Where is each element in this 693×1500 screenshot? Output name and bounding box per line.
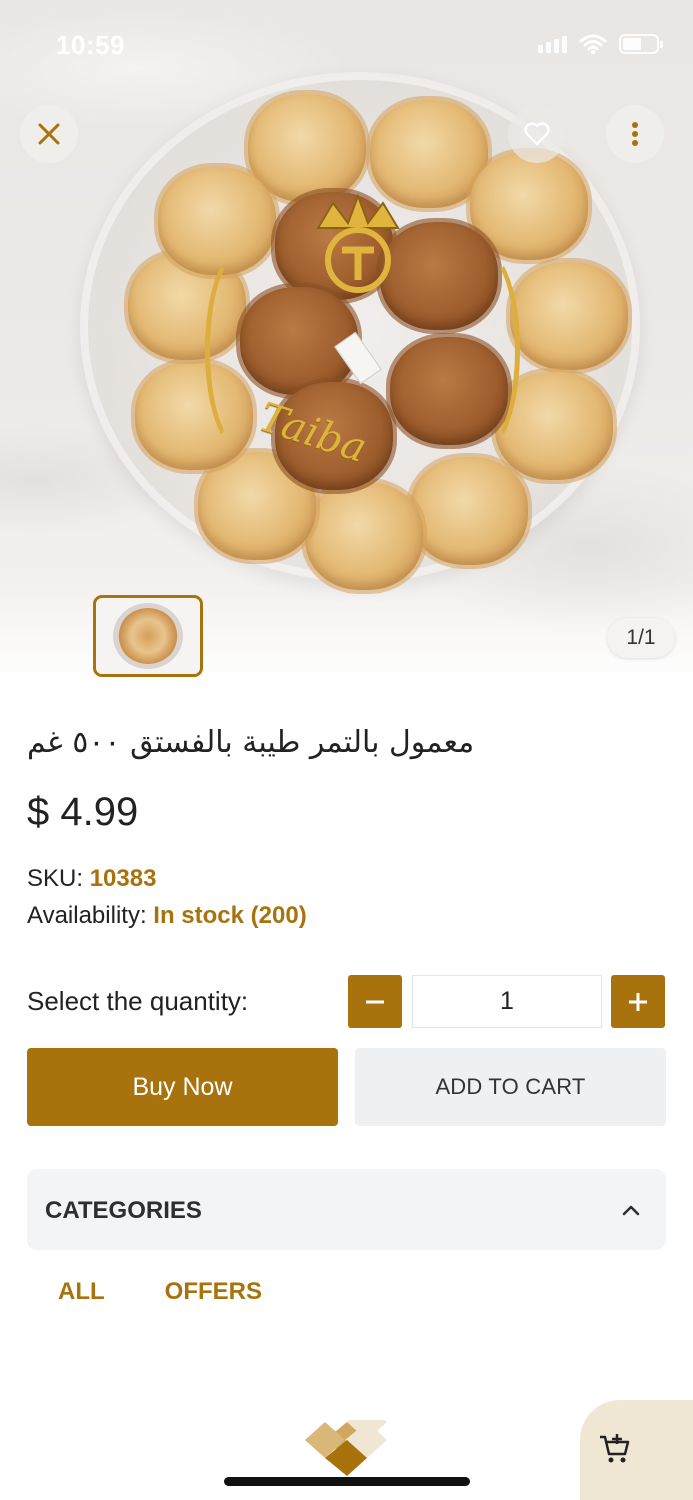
favorite-button[interactable] (508, 105, 566, 163)
add-to-cart-button[interactable]: ADD TO CART (355, 1048, 666, 1126)
more-vertical-icon (632, 122, 638, 146)
image-page-indicator: 1/1 (607, 618, 675, 658)
cookie (305, 482, 423, 590)
close-icon (38, 123, 60, 145)
sku-row: SKU: 10383 (27, 865, 156, 893)
product-image-gallery[interactable]: Taiba 10:59 1/1 (0, 0, 693, 685)
category-list: ALL OFFERS (27, 1278, 292, 1306)
home-indicator (224, 1477, 470, 1486)
battery-icon (619, 34, 663, 54)
image-thumbnail[interactable] (93, 595, 203, 677)
cookie (410, 457, 528, 565)
availability-count: (200) (250, 902, 307, 929)
categories-title: CATEGORIES (45, 1197, 202, 1224)
sku-value: 10383 (89, 865, 157, 892)
wifi-icon (579, 34, 607, 54)
category-item-offers[interactable]: OFFERS (135, 1278, 292, 1306)
more-options-button[interactable] (606, 105, 664, 163)
heart-icon (524, 122, 550, 146)
brand-emblem-icon (316, 193, 400, 293)
cart-button[interactable] (580, 1400, 693, 1500)
cookie (510, 262, 628, 370)
plus-icon (629, 992, 647, 1011)
signal-icon (538, 35, 567, 53)
close-button[interactable] (20, 105, 78, 163)
status-time: 10:59 (56, 30, 125, 60)
quantity-increase-button[interactable] (611, 975, 665, 1028)
cookie (158, 167, 276, 275)
minus-icon (366, 1000, 384, 1003)
status-bar: 10:59 (0, 20, 693, 70)
gold-wreath-right (450, 250, 520, 450)
category-item-all[interactable]: ALL (27, 1278, 135, 1306)
product-title: معمول بالتمر طيبة بالفستق ٥٠٠ غم (27, 725, 475, 760)
thumbnail-image (118, 608, 178, 664)
buy-now-button[interactable]: Buy Now (27, 1048, 338, 1126)
quantity-input[interactable] (412, 975, 602, 1028)
cookie (248, 94, 366, 202)
categories-accordion[interactable]: CATEGORIES (27, 1169, 666, 1250)
product-price: $ 4.99 (27, 790, 139, 834)
availability-value: In stock (153, 902, 244, 929)
quantity-label: Select the quantity: (27, 986, 249, 1016)
status-icons (538, 34, 663, 54)
brand-logo-icon[interactable] (305, 1420, 387, 1478)
chevron-up-icon[interactable] (620, 1199, 642, 1221)
cart-add-icon (600, 1434, 630, 1463)
availability-row: Availability: In stock (200) (27, 902, 307, 930)
availability-label: Availability: (27, 902, 147, 929)
sku-label: SKU: (27, 865, 84, 892)
quantity-decrease-button[interactable] (348, 975, 402, 1028)
